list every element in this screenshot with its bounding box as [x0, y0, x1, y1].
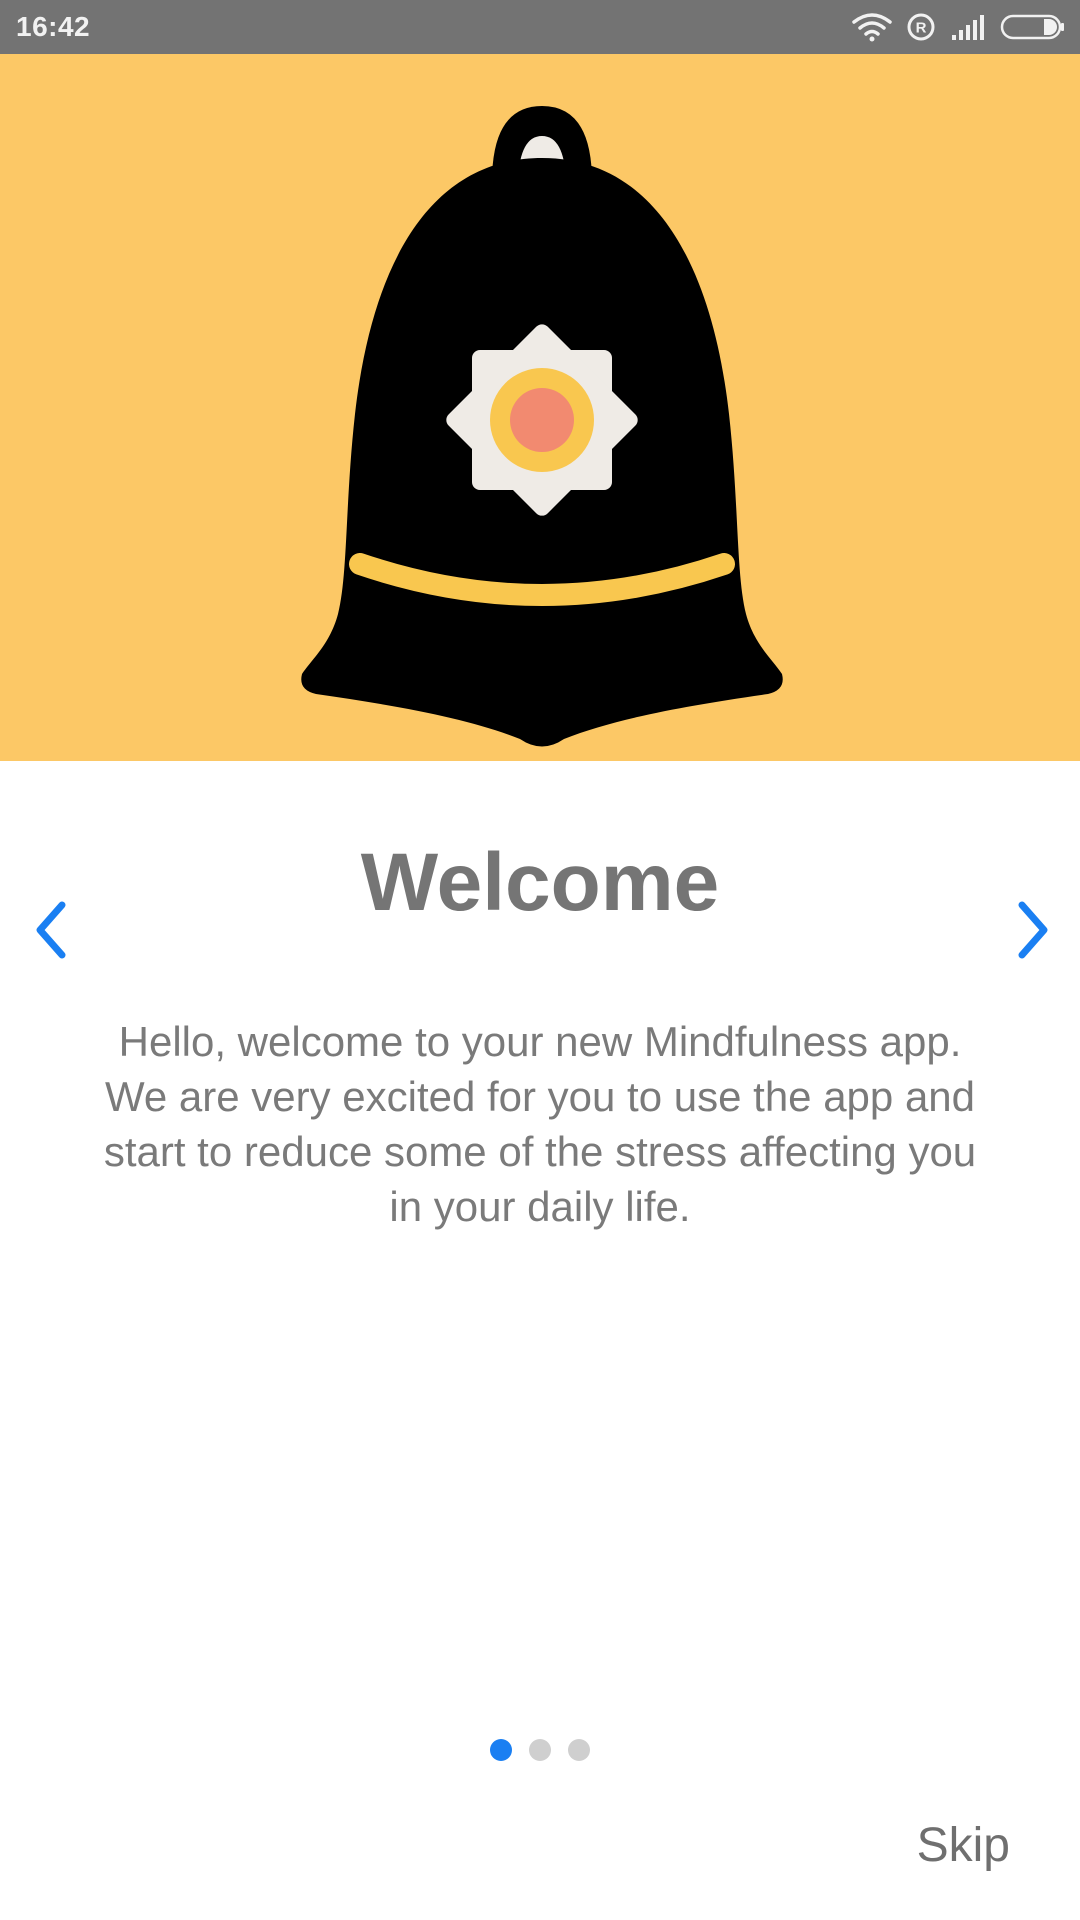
page-dot-2[interactable] [529, 1739, 551, 1761]
page-dot-3[interactable] [568, 1739, 590, 1761]
skip-button[interactable]: Skip [917, 1818, 1010, 1873]
registered-icon: R [906, 12, 936, 42]
hero-banner [0, 54, 1080, 761]
status-time: 16:42 [16, 11, 91, 42]
page-dot-1[interactable] [490, 1739, 512, 1761]
page-title: Welcome [360, 837, 720, 928]
page-indicator [0, 1739, 1080, 1761]
svg-text:R: R [916, 20, 927, 37]
status-icons: R [852, 10, 1066, 44]
onboarding-screen: 16:42 R Welcome Hello, welcome to your n… [0, 0, 1080, 1920]
wifi-icon [852, 12, 892, 42]
battery-icon [1000, 13, 1066, 41]
status-bar: 16:42 R [0, 0, 1080, 54]
signal-icon [950, 13, 986, 41]
bell-icon [301, 106, 783, 747]
welcome-description: Hello, welcome to your new Mindfulness a… [103, 1018, 977, 1230]
